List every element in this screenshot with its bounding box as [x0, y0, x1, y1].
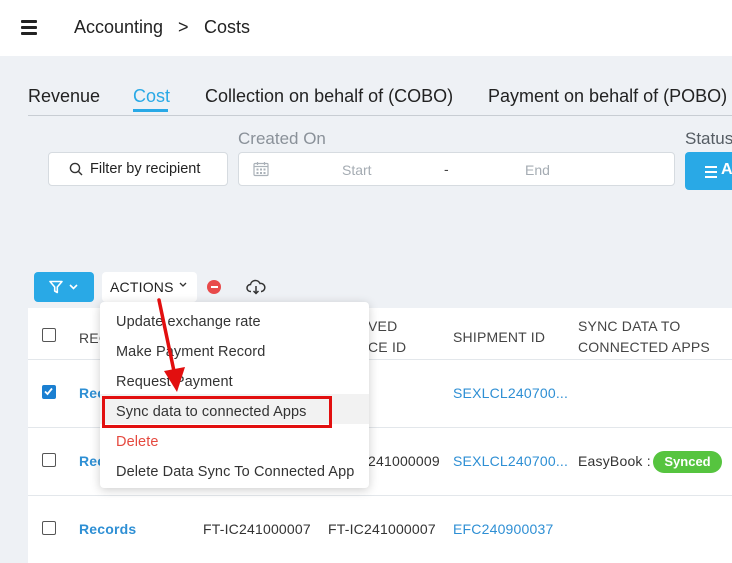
active-tab-indicator	[133, 109, 168, 112]
synced-status-badge: Synced	[653, 451, 722, 473]
tab-pobo[interactable]: Payment on behalf of (POBO)	[488, 86, 727, 107]
shipment-id-link[interactable]: EFC240900037	[453, 521, 553, 537]
actions-label: ACTIONS	[110, 279, 174, 295]
menu-item-make-payment-record[interactable]: Make Payment Record	[116, 344, 265, 360]
row-checkbox[interactable]	[42, 385, 56, 399]
breadcrumb-parent[interactable]: Accounting	[74, 17, 163, 38]
check-icon	[44, 387, 53, 396]
column-header-sync-line2[interactable]: CONNECTED APPS	[578, 337, 710, 357]
shipment-id-link[interactable]: SEXLCL240700...	[453, 385, 568, 401]
invoice-id: FT-IC241000007	[203, 521, 311, 537]
received-invoice-id: 241000009	[368, 453, 440, 469]
filter-by-recipient-label: Filter by recipient	[90, 161, 201, 177]
created-on-label: Created On	[238, 129, 326, 148]
row-checkbox[interactable]	[42, 521, 56, 535]
record-link[interactable]: Records	[79, 521, 136, 537]
column-header-received-invoice-line1[interactable]: VED	[368, 316, 397, 336]
cloud-download-icon[interactable]	[246, 279, 266, 295]
select-all-checkbox[interactable]	[42, 328, 56, 342]
top-bar: Accounting > Costs	[0, 0, 732, 56]
date-range-picker[interactable]: Start - End	[238, 152, 675, 186]
remove-circle-icon[interactable]	[207, 280, 221, 294]
tab-revenue[interactable]: Revenue	[28, 86, 100, 107]
breadcrumb-current: Costs	[204, 17, 251, 37]
row-divider	[28, 495, 732, 496]
filter-by-recipient-button[interactable]: Filter by recipient	[48, 152, 228, 186]
menu-item-delete-data-sync[interactable]: Delete Data Sync To Connected App	[116, 464, 354, 480]
menu-item-update-exchange-rate[interactable]: Update exchange rate	[116, 314, 261, 330]
filter-dropdown-button[interactable]	[34, 272, 94, 302]
status-label: Status	[685, 129, 732, 148]
tab-cost[interactable]: Cost	[133, 86, 170, 107]
search-icon	[69, 162, 83, 176]
chevron-down-icon	[69, 284, 78, 290]
hamburger-icon[interactable]	[21, 20, 37, 35]
tab-cobo[interactable]: Collection on behalf of (COBO)	[205, 86, 453, 107]
received-invoice-id: FT-IC241000007	[328, 521, 436, 537]
shipment-id-link[interactable]: SEXLCL240700...	[453, 453, 568, 469]
highlight-annotation-box	[102, 396, 332, 428]
date-end-input[interactable]: End	[525, 162, 550, 178]
date-start-input[interactable]: Start	[342, 162, 372, 178]
actions-dropdown-button[interactable]: ACTIONS	[102, 272, 197, 302]
status-all-label: A	[721, 161, 732, 178]
breadcrumb-separator: >	[178, 17, 189, 37]
actions-menu: Update exchange rate Make Payment Record…	[100, 302, 369, 488]
column-header-shipment-id[interactable]: SHIPMENT ID	[453, 327, 545, 347]
date-separator: -	[444, 161, 449, 177]
chevron-down-icon	[179, 282, 187, 287]
column-header-received-invoice-line2[interactable]: CE ID	[368, 337, 406, 357]
menu-item-request-payment[interactable]: Request Payment	[116, 374, 233, 390]
calendar-icon	[253, 162, 269, 177]
status-all-button[interactable]: A	[685, 152, 732, 190]
row-checkbox[interactable]	[42, 453, 56, 467]
column-header-sync-line1[interactable]: SYNC DATA TO	[578, 316, 681, 336]
filter-funnel-icon	[49, 280, 63, 294]
list-icon	[705, 166, 717, 181]
menu-item-delete[interactable]: Delete	[116, 434, 159, 450]
sync-app-name: EasyBook :	[578, 453, 651, 469]
